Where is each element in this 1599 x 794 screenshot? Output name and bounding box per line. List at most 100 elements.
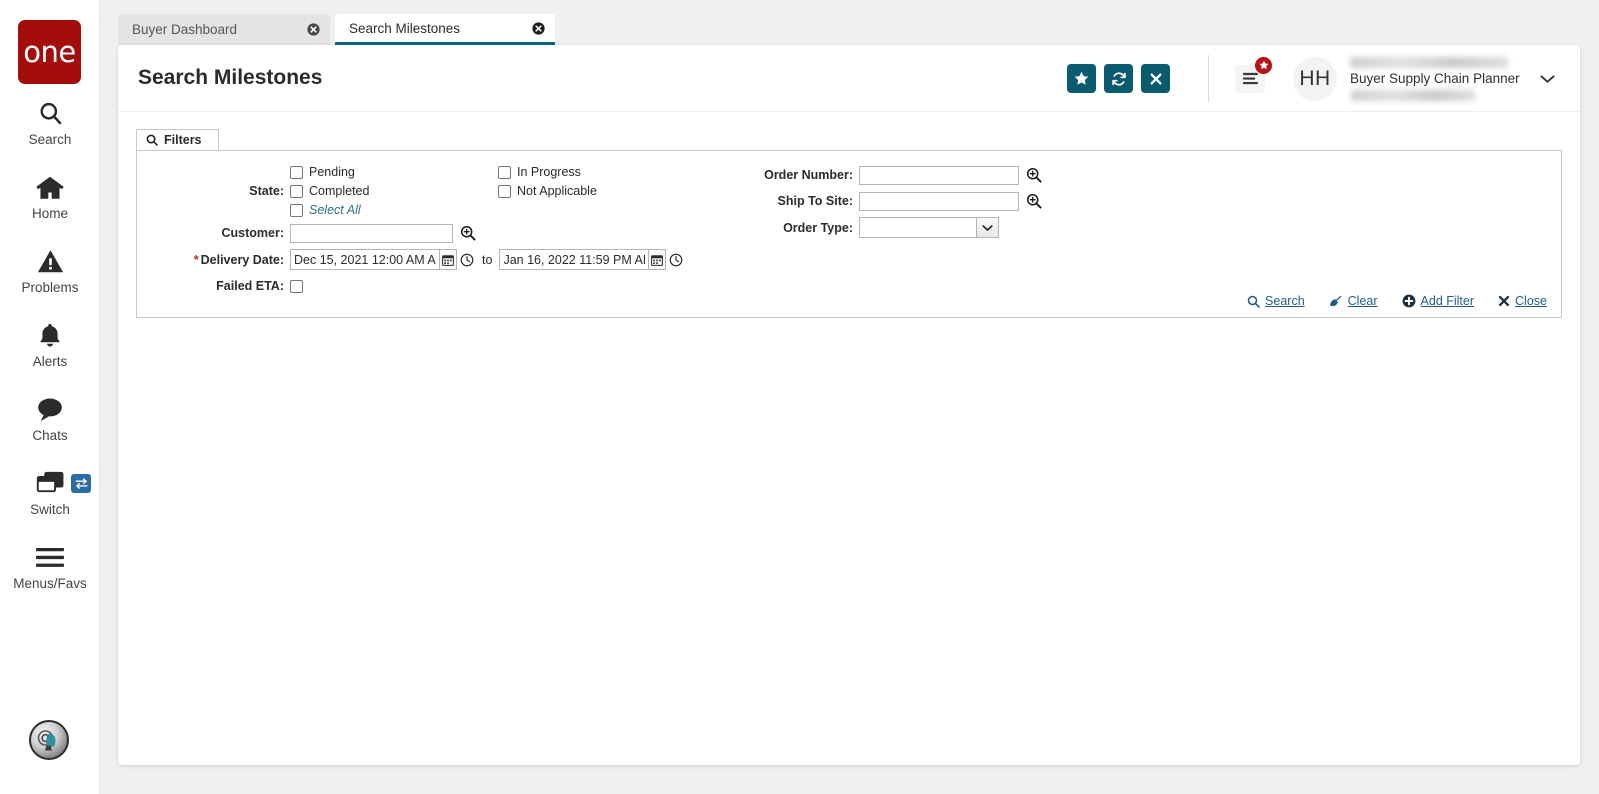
refresh-button[interactable] (1104, 64, 1133, 93)
user-name-redacted (1350, 56, 1508, 68)
clear-link-label: Clear (1347, 294, 1378, 308)
state-checkbox-columns: Pending Completed Select All In Progress… (290, 165, 698, 217)
user-org-redacted (1351, 89, 1475, 101)
filters-left-column: State: Pending Completed Select All In P… (137, 165, 757, 302)
checkbox-box[interactable] (290, 165, 303, 179)
sidebar-item-label: Chats (32, 428, 68, 443)
sidebar-item-label: Switch (30, 502, 70, 517)
order-type-label: Order Type: (783, 220, 853, 235)
tab-search-milestones[interactable]: Search Milestones (335, 14, 555, 45)
star-icon (1258, 60, 1269, 70)
search-icon (146, 134, 158, 146)
calendar-icon[interactable] (649, 249, 667, 270)
ship-to-site-input[interactable] (859, 191, 1019, 211)
close-button[interactable] (1141, 64, 1170, 93)
checkbox-label: Not Applicable (517, 184, 597, 198)
sidebar-item-home[interactable]: Home (0, 170, 100, 244)
hamburger-icon (35, 540, 65, 574)
delivery-date-to-input[interactable] (499, 249, 650, 270)
magnifier-plus-icon[interactable] (1026, 167, 1042, 183)
customer-label: Customer: (221, 226, 284, 240)
close-circle-icon[interactable] (531, 21, 545, 35)
speech-bubble-icon (36, 392, 64, 426)
search-icon (1247, 295, 1260, 308)
tab-buyer-dashboard[interactable]: Buyer Dashboard (118, 14, 330, 45)
checkbox-box[interactable] (498, 165, 511, 179)
ship-to-site-label: Ship To Site: (777, 194, 853, 208)
calendar-icon[interactable] (440, 249, 457, 270)
delivery-date-label: * Delivery Date: (137, 253, 290, 267)
header-divider (1208, 55, 1209, 102)
chevron-down-icon[interactable] (977, 217, 999, 238)
sidebar-item-chats[interactable]: Chats (0, 392, 100, 466)
sidebar-item-label: Menus/Favs (13, 576, 87, 591)
warning-triangle-icon (37, 244, 64, 278)
sidebar-item-search[interactable]: Search (0, 96, 100, 170)
date-range-separator: to (482, 252, 493, 267)
search-icon (37, 96, 64, 130)
magnifier-plus-icon[interactable] (1026, 193, 1042, 209)
sidebar-item-alerts[interactable]: Alerts (0, 318, 100, 392)
rail-item-list: Search Home Problems Alerts Chats Switch… (0, 96, 100, 614)
customer-input[interactable] (290, 223, 453, 243)
clock-icon[interactable] (458, 249, 475, 270)
checkbox-label: Pending (309, 165, 355, 179)
add-filter-link-label: Add Filter (1420, 294, 1475, 308)
required-indicator: * (193, 252, 199, 267)
order-type-value[interactable] (859, 217, 977, 238)
star-icon (1074, 71, 1089, 86)
delivery-date-label-text: Delivery Date: (200, 252, 284, 267)
checkbox-box[interactable] (290, 184, 303, 198)
main-content-card: Search Milestones HH Buyer Supply Chain … (118, 45, 1580, 765)
add-filter-link[interactable]: Add Filter (1402, 294, 1475, 308)
checkbox-in-progress[interactable]: In Progress (498, 165, 698, 179)
one-network-logo[interactable]: one (18, 20, 81, 84)
checkbox-completed[interactable]: Completed (290, 184, 498, 198)
search-link-label: Search (1265, 294, 1305, 308)
checkbox-box[interactable] (498, 184, 511, 198)
favorite-button[interactable] (1067, 64, 1096, 93)
close-circle-icon[interactable] (306, 23, 320, 37)
order-type-select[interactable] (859, 217, 999, 238)
clear-link[interactable]: Clear (1329, 294, 1378, 308)
close-link[interactable]: Close (1498, 294, 1547, 308)
x-icon (1149, 72, 1163, 86)
sidebar-item-switch[interactable]: Switch (0, 466, 100, 540)
checkbox-pending[interactable]: Pending (290, 165, 498, 179)
checkbox-failed-eta[interactable] (290, 279, 303, 293)
sidebar-item-problems[interactable]: Problems (0, 244, 100, 318)
sidebar-item-label: Problems (21, 280, 79, 295)
clock-icon[interactable] (667, 249, 684, 270)
magnifier-plus-icon[interactable] (460, 225, 476, 241)
page-title: Search Milestones (138, 66, 323, 89)
hamburger-icon (1242, 72, 1259, 85)
swap-arrows-icon[interactable] (71, 474, 91, 493)
user-menu-toggle[interactable] (1532, 64, 1562, 94)
search-link[interactable]: Search (1247, 294, 1305, 308)
sidebar-item-label: Alerts (32, 354, 68, 369)
checkbox-box[interactable] (290, 203, 303, 217)
user-info-block: Buyer Supply Chain Planner (1350, 55, 1522, 103)
tab-label: Buyer Dashboard (132, 22, 238, 37)
checkbox-label[interactable]: Select All (309, 203, 361, 217)
filter-action-links: Search Clear Add Filter Close (1247, 294, 1547, 308)
sidebar-item-label: Home (31, 206, 68, 221)
order-number-label: Order Number: (764, 168, 853, 182)
checkbox-label: Completed (309, 184, 370, 198)
delivery-date-from-input[interactable] (290, 249, 440, 270)
order-number-input[interactable] (859, 165, 1019, 185)
eraser-icon (1329, 295, 1343, 308)
failed-eta-filter-row: Failed ETA: (137, 276, 757, 296)
avatar[interactable]: HH (1293, 56, 1337, 101)
left-navigation-rail: one Search Home Problems Alerts Chats Sw… (0, 0, 100, 794)
customer-filter-row: Customer: (137, 223, 757, 243)
menu-button-wrapper (1235, 55, 1273, 93)
header-right-controls: HH Buyer Supply Chain Planner (1067, 45, 1580, 112)
state-column-2: In Progress Not Applicable (498, 165, 698, 217)
page-header: Search Milestones HH Buyer Supply Chain … (118, 45, 1580, 112)
tab-filters[interactable]: Filters (136, 129, 219, 151)
checkbox-select-all[interactable]: Select All (290, 203, 498, 217)
assistant-orb-icon[interactable] (29, 720, 69, 760)
sidebar-item-menus-favs[interactable]: Menus/Favs (0, 540, 100, 614)
checkbox-not-applicable[interactable]: Not Applicable (498, 184, 698, 198)
